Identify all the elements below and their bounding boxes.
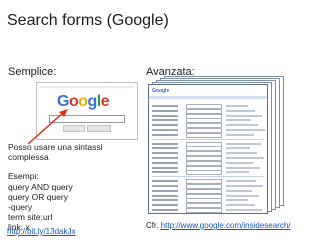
row-hint xyxy=(226,133,254,136)
row-label xyxy=(152,171,178,174)
row-label xyxy=(152,189,178,192)
short-link[interactable]: http://bit.ly/13dakJx xyxy=(7,227,75,236)
row-label xyxy=(152,180,178,183)
section-divider xyxy=(152,138,264,140)
form-row xyxy=(152,123,264,129)
row-hint xyxy=(226,124,258,127)
logo-letter: o xyxy=(78,93,88,110)
row-label xyxy=(152,147,178,150)
slide-title: Search forms (Google) xyxy=(7,12,169,29)
top-nav-bar xyxy=(40,86,134,88)
logo-letter: o xyxy=(68,93,79,110)
row-hint xyxy=(226,157,264,159)
row-hint xyxy=(226,199,248,202)
reference-line: Cfr. http://www.google.com/insidesearch/ xyxy=(146,221,291,230)
form-row xyxy=(152,208,264,213)
google-logo: Google xyxy=(57,93,110,111)
form-row xyxy=(152,104,264,109)
search-input[interactable] xyxy=(49,115,125,123)
row-label xyxy=(152,105,178,107)
row-label xyxy=(152,142,178,145)
form-row xyxy=(152,113,264,119)
form-row xyxy=(152,165,264,171)
form-row xyxy=(152,108,264,114)
reference-prefix: Cfr. xyxy=(146,221,161,230)
row-label xyxy=(152,119,178,122)
logo-letter: g xyxy=(87,93,98,110)
row-hint xyxy=(226,194,259,197)
form-row xyxy=(152,151,264,157)
row-label xyxy=(152,209,178,211)
row-hint xyxy=(226,180,256,183)
form-row xyxy=(152,118,264,124)
form-row xyxy=(152,198,264,204)
example-item: term site:url xyxy=(8,212,53,223)
form-row xyxy=(152,188,264,194)
row-label xyxy=(152,133,178,136)
simple-search-screenshot: Google xyxy=(36,82,138,140)
form-row xyxy=(152,132,264,138)
row-label xyxy=(152,152,178,155)
row-hint xyxy=(226,209,262,211)
row-label xyxy=(152,114,178,117)
row-hint xyxy=(226,147,250,150)
form-row xyxy=(152,193,264,199)
row-label xyxy=(152,166,178,169)
row-hint xyxy=(226,114,262,117)
row-hint xyxy=(226,171,249,174)
form-row xyxy=(152,141,264,147)
row-label xyxy=(152,194,178,197)
row-label xyxy=(152,157,178,159)
row-label xyxy=(152,124,178,127)
row-hint xyxy=(226,109,255,112)
row-field[interactable] xyxy=(186,132,222,138)
notes-intro-line: complessa xyxy=(8,152,49,163)
logo-letter: G xyxy=(57,93,69,110)
row-hint xyxy=(226,119,251,122)
section-divider xyxy=(152,176,264,178)
header-bar xyxy=(149,96,267,99)
example-item: query AND query xyxy=(8,181,73,192)
reference-link[interactable]: http://www.google.com/insidesearch/ xyxy=(161,221,291,230)
form-row xyxy=(152,146,264,152)
form-row xyxy=(152,156,264,161)
row-label xyxy=(152,185,178,187)
row-hint xyxy=(226,189,252,192)
row-hint xyxy=(226,129,265,131)
row-label xyxy=(152,161,178,164)
row-label xyxy=(152,204,178,207)
row-label xyxy=(152,129,178,131)
form-row xyxy=(152,184,264,189)
advanced-search-screenshot: Google xyxy=(148,84,268,214)
google-logo: Google xyxy=(152,88,170,94)
lucky-button[interactable] xyxy=(87,125,111,132)
row-hint xyxy=(226,161,253,164)
row-hint xyxy=(226,142,261,145)
row-hint xyxy=(226,204,255,207)
form-row xyxy=(152,203,264,209)
row-hint xyxy=(226,185,263,187)
row-field[interactable] xyxy=(186,170,222,176)
syntax-notes: Posso usare una sintassi complessa Esemp… xyxy=(8,142,128,233)
examples-header: Esempi: xyxy=(8,171,39,182)
simple-search-label: Semplice: xyxy=(8,66,57,78)
row-hint xyxy=(226,166,260,169)
example-item: query OR query xyxy=(8,191,68,202)
example-item: -query xyxy=(8,202,33,213)
form-row xyxy=(152,179,264,185)
row-hint xyxy=(226,152,257,155)
form-row xyxy=(152,128,265,133)
logo-letter: e xyxy=(100,93,110,110)
search-button[interactable] xyxy=(63,125,85,132)
row-label xyxy=(152,109,178,112)
row-label xyxy=(152,199,178,202)
notes-intro-line: Posso usare una sintassi xyxy=(8,142,103,152)
form-row xyxy=(152,160,264,166)
row-hint xyxy=(226,105,248,107)
form-row xyxy=(152,170,264,176)
